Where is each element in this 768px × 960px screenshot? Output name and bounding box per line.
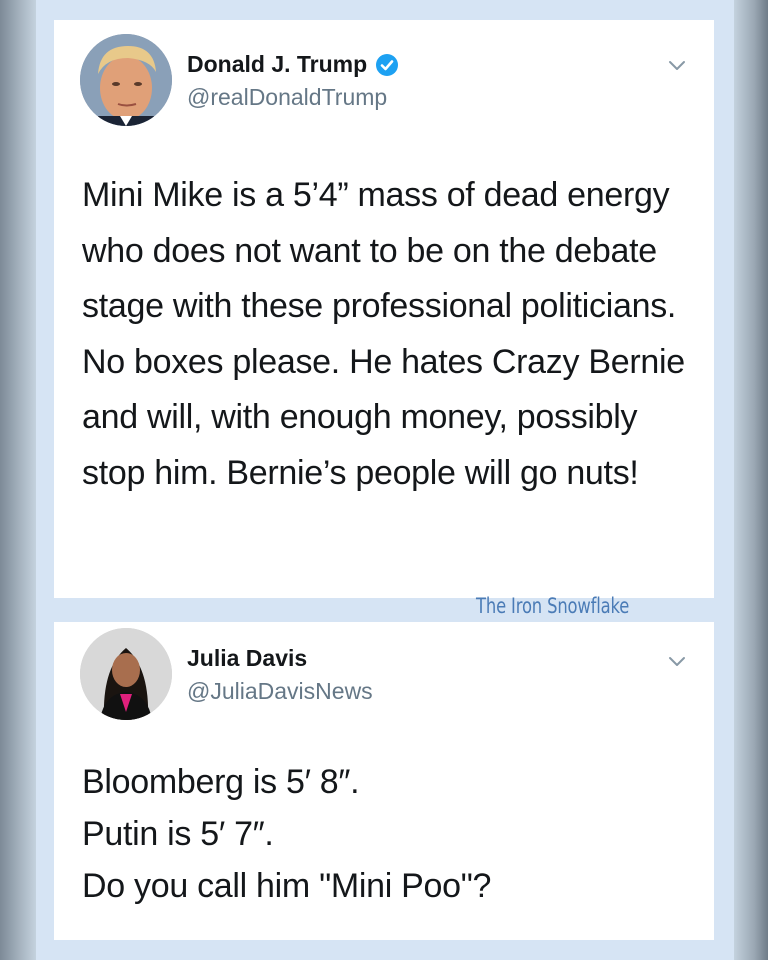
chevron-down-icon[interactable]	[666, 54, 688, 76]
tweet-text: Bloomberg is 5′ 8″. Putin is 5′ 7″. Do y…	[82, 756, 692, 912]
chevron-down-icon[interactable]	[666, 650, 688, 672]
left-frame-edge	[0, 0, 36, 960]
watermark: The Iron Snowflake	[476, 594, 630, 618]
tweet-card[interactable]: Julia Davis @JuliaDavisNews Bloomberg is…	[54, 622, 714, 940]
verified-badge-icon	[375, 53, 399, 77]
right-frame-edge	[734, 0, 768, 960]
tweet-text-line: Bloomberg is 5′ 8″.	[82, 763, 360, 801]
tweet-card[interactable]: Donald J. Trump @realDonaldTrump Mini Mi…	[54, 20, 714, 598]
tweet-text: Mini Mike is a 5’4” mass of dead energy …	[82, 176, 685, 492]
display-name-text[interactable]: Donald J. Trump	[187, 51, 367, 78]
display-name[interactable]: Julia Davis	[187, 645, 307, 672]
display-name-text[interactable]: Julia Davis	[187, 645, 307, 672]
display-name[interactable]: Donald J. Trump	[187, 51, 399, 78]
tweet-text-line: Putin is 5′ 7″.	[82, 815, 274, 853]
user-handle[interactable]: @JuliaDavisNews	[187, 678, 373, 705]
avatar-trump-image	[80, 34, 172, 126]
tweet-text-line: Do you call him "Mini Poo"?	[82, 867, 492, 905]
avatar[interactable]	[80, 34, 172, 126]
avatar[interactable]	[80, 628, 172, 720]
avatar-davis-image	[80, 628, 172, 720]
user-handle[interactable]: @realDonaldTrump	[187, 84, 387, 111]
